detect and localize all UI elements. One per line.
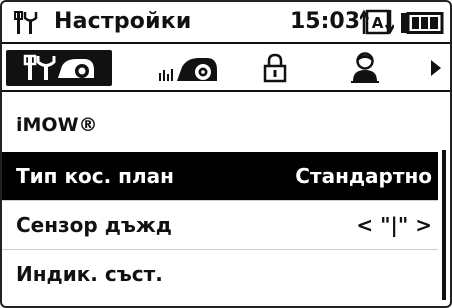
menu-item-label: Индик. съст.	[16, 262, 163, 286]
device-screen: Настройки 15:03 A iMOW® Тип кос. план Ст…	[0, 0, 452, 308]
clock: 15:03	[290, 9, 361, 34]
settings-icon	[14, 11, 38, 34]
mower-icon	[159, 58, 217, 81]
tab-bar	[2, 46, 450, 92]
section-title: iMOW®	[16, 114, 98, 136]
lock-icon	[263, 53, 287, 83]
scrollbar[interactable]	[442, 150, 446, 300]
tab-settings[interactable]	[6, 50, 112, 86]
svg-text:A: A	[372, 14, 384, 32]
arrow-right-icon[interactable]	[430, 59, 442, 77]
tab-lock[interactable]	[254, 50, 296, 86]
menu-item-rain-sensor[interactable]: Сензор дъжд < "|" >	[2, 201, 438, 249]
menu-item-value: Стандартно	[295, 164, 432, 188]
menu-item-label: Тип кос. план	[16, 164, 174, 188]
battery-icon	[401, 12, 444, 34]
tab-mower[interactable]	[152, 50, 224, 86]
screen-title: Настройки	[54, 9, 192, 34]
menu-item-status-indicator[interactable]: Индик. съст.	[2, 250, 438, 298]
menu-item-label: Сензор дъжд	[16, 213, 172, 237]
menu-item-value: < "|" >	[356, 213, 432, 237]
settings-tools-icon	[23, 54, 94, 80]
user-icon	[351, 52, 379, 83]
tab-user[interactable]	[342, 50, 388, 86]
status-bar: Настройки 15:03 A	[2, 2, 450, 44]
menu-item-mowing-plan-type[interactable]: Тип кос. план Стандартно	[2, 152, 438, 200]
auto-mode-icon: A	[360, 9, 394, 35]
